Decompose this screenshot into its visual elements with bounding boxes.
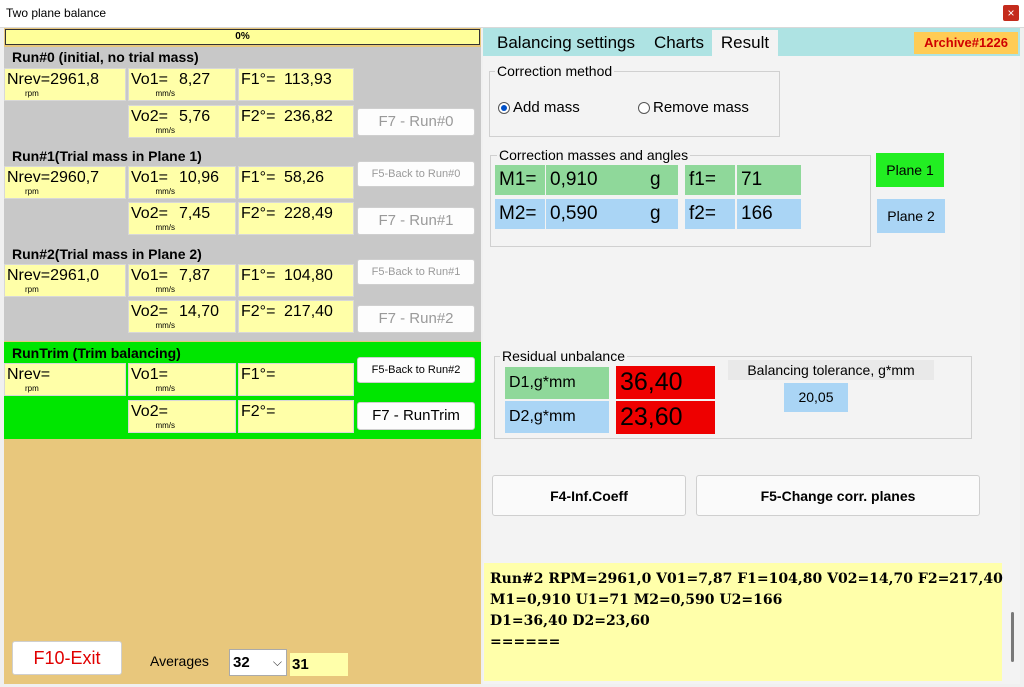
remove-mass-radio[interactable] [638, 102, 650, 114]
tolerance-value: 20,05 [784, 383, 848, 412]
run0-f7-button[interactable]: F7 - Run#0 [357, 108, 475, 136]
d1-value: 36,40 [616, 366, 715, 399]
run1-back-button[interactable]: F5-Back to Run#0 [357, 161, 475, 187]
runtrim-vo1: Vo1= mm/s [128, 363, 236, 396]
add-mass-label: Add mass [513, 99, 580, 116]
f1-angle-label: f1= [685, 165, 735, 195]
runtrim-f2: F2°= [238, 400, 354, 433]
log-line: M1=0,910 U1=71 M2=0,590 U2=166 [490, 592, 783, 608]
inf-coeff-button[interactable]: F4-Inf.Coeff [492, 475, 686, 516]
averages-value: 31 [290, 653, 348, 676]
tolerance-label: Balancing tolerance, g*mm [728, 360, 934, 380]
residual-label: Residual unbalance [500, 348, 627, 364]
run2-nrev: Nrev=2961,0 rpm [4, 264, 126, 297]
run2-vo2: Vo2= 14,70 mm/s [128, 300, 236, 333]
close-icon[interactable]: × [1003, 5, 1019, 21]
run2-title: Run#2(Trial mass in Plane 2) [12, 246, 202, 262]
run2-f1: F1°= 104,80 [238, 264, 354, 297]
m1-value: 0,910 [546, 165, 646, 195]
runtrim-back-button[interactable]: F5-Back to Run#2 [357, 357, 475, 383]
f1-angle-value: 71 [737, 165, 801, 195]
tab-charts[interactable]: Charts [648, 30, 710, 56]
change-planes-button[interactable]: F5-Change corr. planes [696, 475, 980, 516]
correction-method-label: Correction method [495, 63, 615, 79]
f2-angle-value: 166 [737, 199, 801, 229]
exit-button[interactable]: F10-Exit [12, 641, 122, 675]
run1-vo1: Vo1= 10,96 mm/s [128, 166, 236, 199]
m2-unit: g [646, 199, 678, 229]
runtrim-nrev: Nrev= rpm [4, 363, 126, 396]
m2-label: M2= [495, 199, 545, 229]
d2-value: 23,60 [616, 401, 715, 434]
log-line: Run#2 RPM=2961,0 V01=7,87 F1=104,80 V02=… [490, 571, 1003, 587]
run2-vo1: Vo1= 7,87 mm/s [128, 264, 236, 297]
m2-value: 0,590 [546, 199, 646, 229]
result-log: Run#2 RPM=2961,0 V01=7,87 F1=104,80 V02=… [484, 563, 1003, 681]
progress-bar: 0% [5, 29, 480, 45]
averages-select[interactable]: 32 ⌵ [229, 649, 287, 676]
run1-nrev: Nrev=2960,7 rpm [4, 166, 126, 199]
run0-f1: F1°= 113,93 [238, 68, 354, 101]
plane1-button[interactable]: Plane 1 [876, 153, 944, 187]
averages-label: Averages [150, 653, 209, 669]
f2-angle-label: f2= [685, 199, 735, 229]
run0-vo1: Vo1= 8,27 mm/s [128, 68, 236, 101]
title-bar [0, 0, 1024, 28]
window-title: Two plane balance [6, 6, 107, 20]
runtrim-f7-button[interactable]: F7 - RunTrim [357, 402, 475, 430]
run1-title: Run#1(Trial mass in Plane 1) [12, 148, 202, 164]
runtrim-title: RunTrim (Trim balancing) [12, 345, 181, 361]
tab-result[interactable]: Result [712, 30, 778, 56]
run1-vo2: Vo2= 7,45 mm/s [128, 202, 236, 235]
runtrim-f1: F1°= [238, 363, 354, 396]
run1-f2: F2°= 228,49 [238, 202, 354, 235]
run2-f2: F2°= 217,40 [238, 300, 354, 333]
log-line: D1=36,40 D2=23,60 [490, 613, 650, 629]
chevron-down-icon: ⌵ [272, 655, 282, 669]
run2-back-button[interactable]: F5-Back to Run#1 [357, 259, 475, 285]
run0-f2: F2°= 236,82 [238, 105, 354, 138]
run0-vo2: Vo2= 5,76 mm/s [128, 105, 236, 138]
tab-balancing-settings[interactable]: Balancing settings [486, 30, 646, 56]
d2-label: D2,g*mm [505, 401, 609, 433]
correction-masses-label: Correction masses and angles [497, 147, 691, 163]
m1-label: M1= [495, 165, 545, 195]
d1-label: D1,g*mm [505, 367, 609, 399]
run0-nrev: Nrev=2961,8 rpm [4, 68, 126, 101]
m1-unit: g [646, 165, 678, 195]
log-scroll-thumb[interactable] [1011, 612, 1014, 662]
archive-badge: Archive#1226 [914, 32, 1018, 54]
run0-title: Run#0 (initial, no trial mass) [12, 49, 199, 65]
remove-mass-label: Remove mass [653, 99, 749, 116]
run2-f7-button[interactable]: F7 - Run#2 [357, 305, 475, 333]
run1-f1: F1°= 58,26 [238, 166, 354, 199]
run1-f7-button[interactable]: F7 - Run#1 [357, 207, 475, 235]
log-line: ====== [490, 634, 561, 650]
plane2-button[interactable]: Plane 2 [877, 199, 945, 233]
add-mass-radio[interactable] [498, 102, 510, 114]
runtrim-vo2: Vo2= mm/s [128, 400, 236, 433]
